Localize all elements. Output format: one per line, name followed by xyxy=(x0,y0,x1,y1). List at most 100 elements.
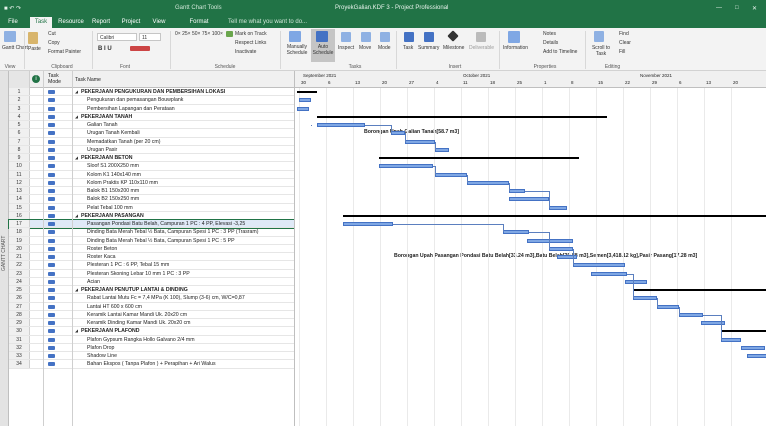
row-number[interactable]: 21 xyxy=(9,253,30,261)
task-row[interactable]: 11 Kolom K1 140x140 mm xyxy=(9,170,294,179)
task-row[interactable]: 18 Dinding Bata Merah Tebal ½ Bata, Campu… xyxy=(9,228,294,237)
row-number[interactable]: 10 xyxy=(9,162,30,170)
task-name[interactable]: Plesteran 1 PC : 6 PP, Tebal 15 mm xyxy=(87,261,291,269)
respect-links-button[interactable]: Respect Links xyxy=(235,40,266,46)
paste-button[interactable]: Paste xyxy=(28,46,41,52)
task-row[interactable]: 34 Bahan Ekspos ( Tanpa Plafon ) + Perapi… xyxy=(9,360,294,369)
percent-complete-buttons[interactable]: 0× 25× 50× 75× 100× xyxy=(175,31,223,37)
gantt-task-bar[interactable] xyxy=(625,279,647,284)
task-row[interactable]: 15 Pelat Tebal 100 mm xyxy=(9,203,294,212)
task-name[interactable]: Balok B1 150x200 mm xyxy=(87,187,291,195)
task-row[interactable]: 19 Dinding Bata Merah Tebal ½ Bata, Campu… xyxy=(9,236,294,245)
inactivate-button[interactable]: Inactivate xyxy=(235,49,256,55)
find-button[interactable]: Find xyxy=(619,31,629,37)
task-row[interactable]: 30 ◢ PEKERJAAN PLAFOND xyxy=(9,327,294,336)
gantt-task-bar[interactable] xyxy=(549,205,567,210)
gantt-task-bar[interactable] xyxy=(467,180,509,185)
row-number[interactable]: 28 xyxy=(9,310,30,318)
notes-button[interactable]: Notes xyxy=(543,31,556,37)
task-row[interactable]: 8 Urugan Pasir xyxy=(9,145,294,154)
column-task-name[interactable]: Task Name xyxy=(75,76,101,84)
task-row[interactable]: 25 ◢ PEKERJAAN PENUTUP LANTAI & DINDING xyxy=(9,286,294,295)
task-row[interactable]: 22 Plesteran 1 PC : 6 PP, Tebal 15 mm xyxy=(9,261,294,270)
task-row[interactable]: 9 ◢ PEKERJAAN BETON xyxy=(9,154,294,163)
view-bar[interactable]: GANTT CHART xyxy=(0,71,9,426)
gantt-summary-bar[interactable] xyxy=(379,157,579,159)
task-name[interactable]: Plafon Gypsum Rangka Hollo Galvano 2/4 m… xyxy=(87,336,291,344)
gantt-task-bar[interactable] xyxy=(379,164,433,169)
task-name[interactable]: PEKERJAAN TANAH xyxy=(81,113,291,121)
row-number[interactable]: 23 xyxy=(9,269,30,277)
row-number[interactable]: 7 xyxy=(9,137,30,145)
task-name[interactable]: PEKERJAAN PLAFOND xyxy=(81,327,291,335)
row-number[interactable]: 26 xyxy=(9,294,30,302)
task-name[interactable]: Kolom Praktis KP 110x110 mm xyxy=(87,179,291,187)
row-number[interactable]: 34 xyxy=(9,360,30,368)
row-number[interactable]: 18 xyxy=(9,228,30,236)
task-row[interactable]: 6 Urugan Tanah Kembali xyxy=(9,129,294,138)
task-row[interactable]: 20 Roster Beton xyxy=(9,244,294,253)
task-name[interactable]: Plesteran Skoning Lebar 10 mm 1 PC : 3 P… xyxy=(87,270,291,278)
row-number[interactable]: 8 xyxy=(9,145,30,153)
task-name[interactable]: Pelat Tebal 100 mm xyxy=(87,204,291,212)
deliverable-icon[interactable] xyxy=(476,32,486,42)
gantt-task-bar[interactable] xyxy=(747,354,766,358)
task-row[interactable]: 14 Balok B2 150x250 mm xyxy=(9,195,294,204)
font-name-select[interactable]: Calibri xyxy=(97,33,137,41)
tab-format[interactable]: Format xyxy=(184,17,214,28)
move-icon[interactable] xyxy=(361,32,371,42)
task-row[interactable]: 4 ◢ PEKERJAAN TANAH xyxy=(9,112,294,121)
row-number[interactable]: 6 xyxy=(9,129,30,137)
collapse-icon[interactable]: ◢ xyxy=(75,154,78,162)
row-number[interactable]: 32 xyxy=(9,343,30,351)
font-size-select[interactable]: 11 xyxy=(139,33,161,41)
row-number[interactable]: 11 xyxy=(9,170,30,178)
task-name[interactable]: Bahan Ekspos ( Tanpa Plafon ) + Perapiha… xyxy=(87,360,291,368)
task-name[interactable]: Pengukuran dan pemasangan Bouwplank xyxy=(87,96,291,104)
task-row[interactable]: 16 ◢ PEKERJAAN PASANGAN xyxy=(9,211,294,220)
task-name[interactable]: PEKERJAAN PASANGAN xyxy=(81,212,291,220)
row-number[interactable]: 33 xyxy=(9,352,30,360)
gantt-chart[interactable]: September 2021 October 2021 November 2021 3… xyxy=(294,71,766,426)
task-name[interactable]: Dinding Bata Merah Tebal ½ Bata, Campura… xyxy=(87,228,291,236)
task-row[interactable]: 26 Rabat Lantai Mutu Fc = 7,4 MPa (K 100)… xyxy=(9,294,294,303)
manually-schedule-button[interactable]: Manually Schedule xyxy=(283,44,311,56)
task-row[interactable]: 27 Lantai HT 600 x 600 cm xyxy=(9,302,294,311)
task-name[interactable]: Keramik Lantai Kamar Mandi Uk. 20x20 cm xyxy=(87,311,291,319)
task-row[interactable]: 24 Acian xyxy=(9,277,294,286)
task-name[interactable]: Sloof S1 200X250 mm xyxy=(87,162,291,170)
select-all-corner[interactable] xyxy=(9,71,30,88)
cut-button[interactable]: Cut xyxy=(48,31,56,37)
row-number[interactable]: 3 xyxy=(9,104,30,112)
row-number[interactable]: 9 xyxy=(9,154,30,162)
tab-task[interactable]: Task xyxy=(30,17,52,28)
task-name[interactable]: Lantai HT 600 x 600 cm xyxy=(87,303,291,311)
summary-button[interactable]: Summary xyxy=(418,45,439,51)
scroll-to-task-button[interactable]: Scroll to Task xyxy=(590,45,612,57)
fill-button[interactable]: Fill xyxy=(619,49,625,55)
task-name[interactable]: Urugan Pasir xyxy=(87,146,291,154)
task-name[interactable]: Memadatkan Tanah (per 20 cm) xyxy=(87,138,291,146)
gantt-chart-icon[interactable] xyxy=(4,31,16,42)
task-name[interactable]: Acian xyxy=(87,278,291,286)
auto-schedule-button[interactable]: Auto Schedule xyxy=(311,44,335,56)
row-number[interactable]: 25 xyxy=(9,286,30,294)
row-number[interactable]: 29 xyxy=(9,319,30,327)
row-number[interactable]: 20 xyxy=(9,244,30,252)
gantt-task-bar[interactable] xyxy=(591,271,627,276)
milestone-button[interactable]: Milestone xyxy=(443,45,464,51)
collapse-icon[interactable]: ◢ xyxy=(75,327,78,335)
task-row[interactable]: 13 Balok B1 150x200 mm xyxy=(9,187,294,196)
gantt-summary-bar[interactable] xyxy=(721,330,766,333)
information-button[interactable]: Information xyxy=(503,45,528,51)
close-icon[interactable]: ✕ xyxy=(752,5,757,12)
scroll-to-task-icon[interactable] xyxy=(594,31,604,42)
gantt-task-bar[interactable] xyxy=(435,147,449,152)
task-row[interactable]: 2 Pengukuran dan pemasangan Bouwplank xyxy=(9,96,294,105)
gantt-task-bar[interactable] xyxy=(741,345,765,350)
gantt-summary-bar[interactable] xyxy=(343,214,766,217)
font-style-buttons[interactable]: B I U xyxy=(98,46,112,52)
task-name[interactable]: Keramik Dinding Kamar Mandi Uk. 20x20 cm xyxy=(87,319,291,327)
row-number[interactable]: 24 xyxy=(9,277,30,285)
row-number[interactable]: 12 xyxy=(9,178,30,186)
